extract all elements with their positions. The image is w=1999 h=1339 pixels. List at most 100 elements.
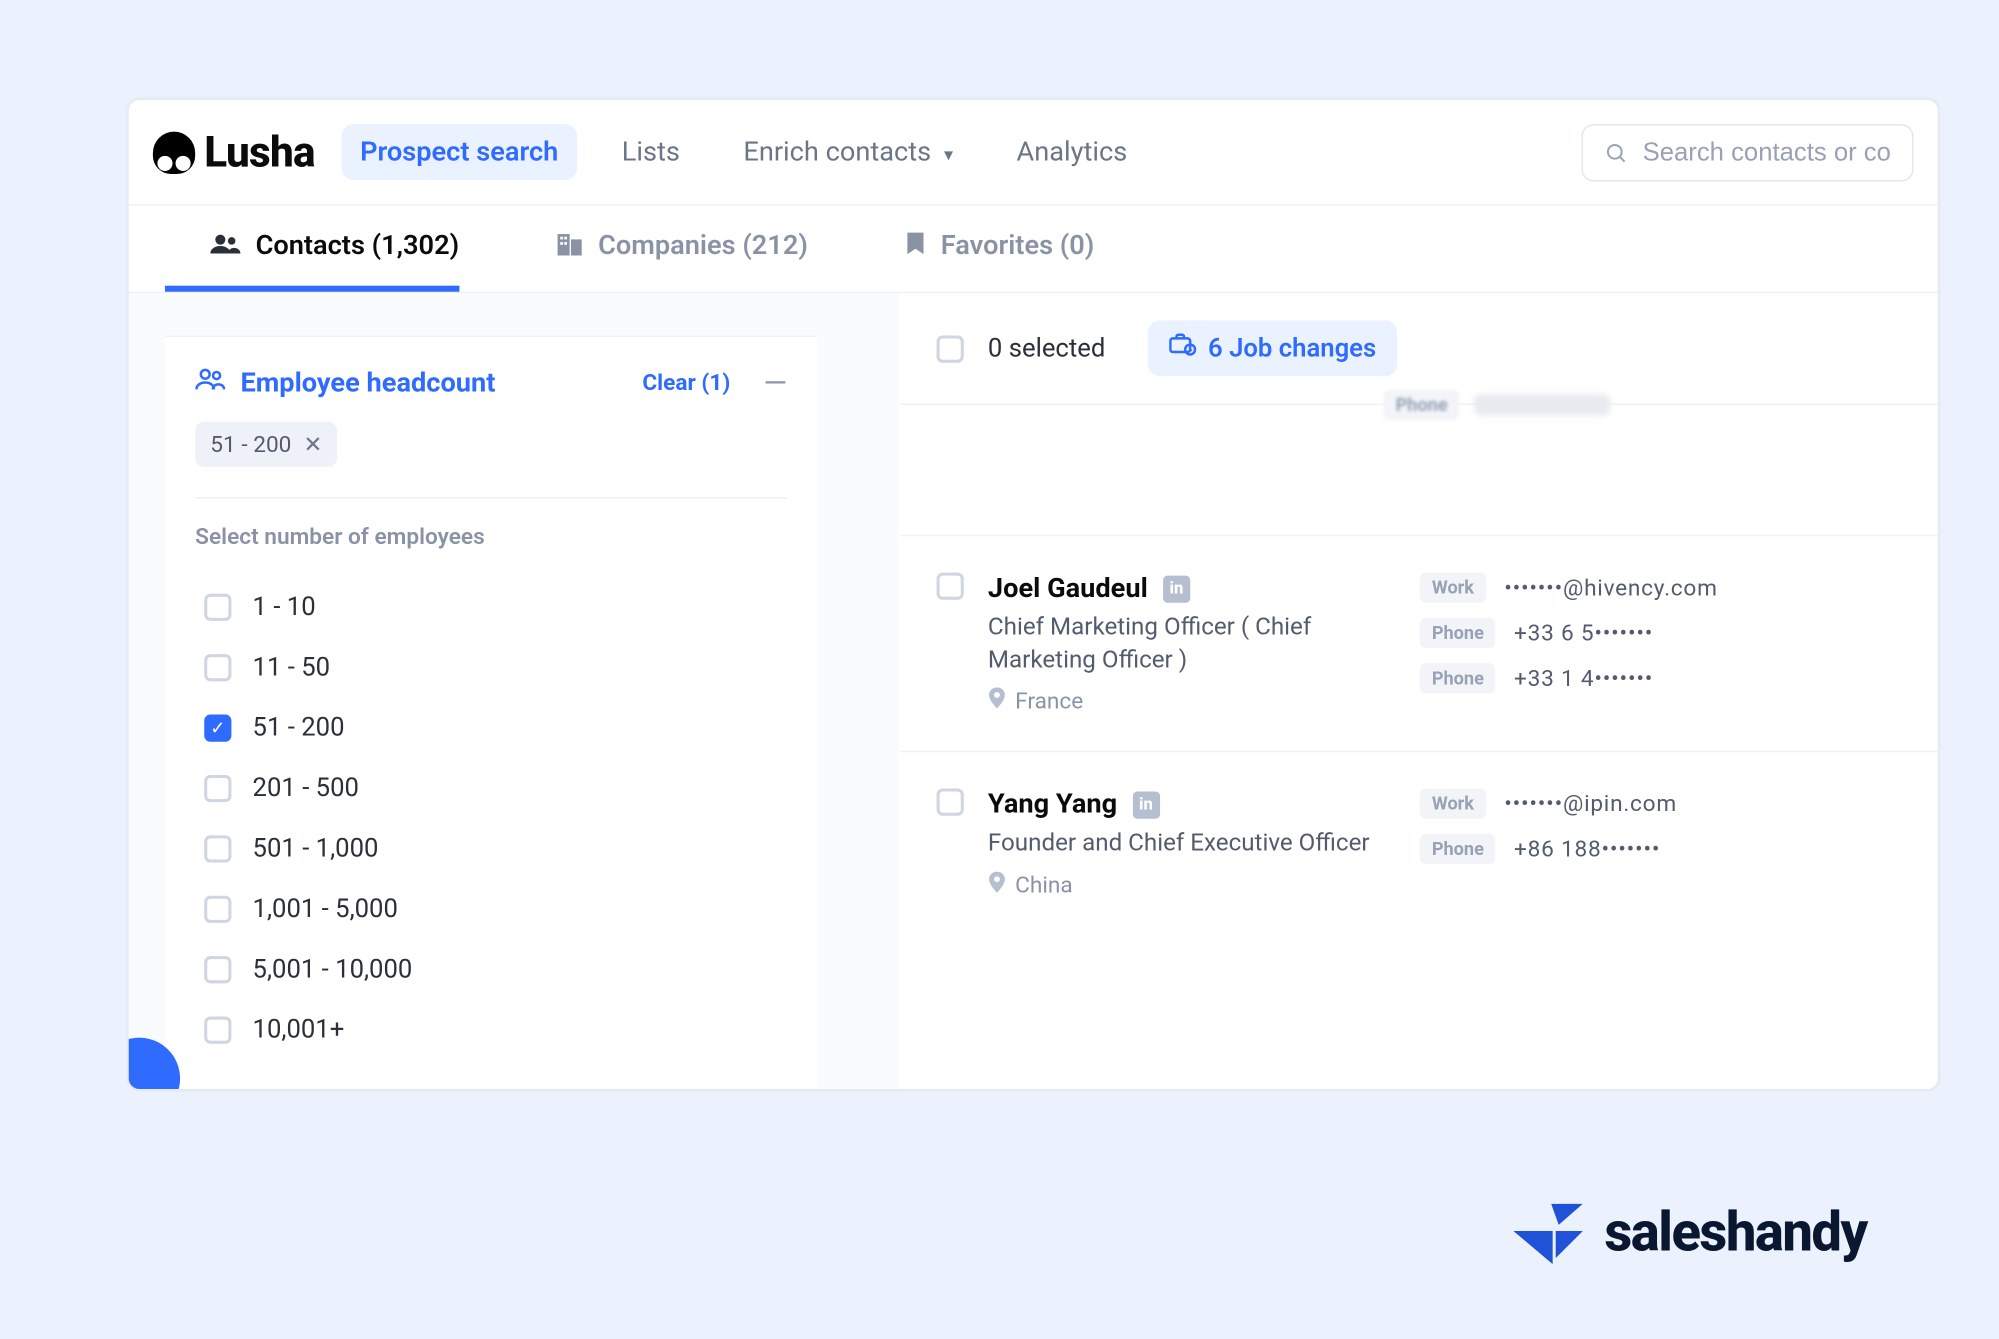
info-value[interactable]: +33 6 5••••••• (1514, 619, 1653, 646)
info-value[interactable]: •••••••@hivency.com (1504, 574, 1718, 601)
checkbox[interactable] (204, 774, 231, 801)
tab-companies[interactable]: Companies (212) (510, 205, 807, 291)
saleshandy-mark-icon (1513, 1203, 1582, 1260)
checkbox[interactable] (204, 593, 231, 620)
clear-filter-button[interactable]: Clear (1) (642, 368, 730, 395)
location-pin-icon (987, 871, 1005, 898)
contact-details: Work•••••••@hivency.com Phone +33 6 5•••••… (1419, 572, 1901, 714)
headcount-option[interactable]: 5,001 - 10,000 (195, 939, 787, 999)
info-row: Work•••••••@ipin.com (1419, 788, 1901, 818)
people-icon (210, 230, 240, 260)
nav-enrich-contacts[interactable]: Enrich contacts ▾ (725, 124, 971, 180)
filter-section-label: Select number of employees (195, 497, 787, 550)
filter-headcount: Employee headcount Clear (1) — 51 - 200 … (164, 335, 816, 1087)
location-text: China (1015, 871, 1073, 898)
checkbox[interactable] (204, 835, 231, 862)
checkbox[interactable] (204, 895, 231, 922)
tab-favorites-label: Favorites (0) (940, 229, 1094, 261)
info-row: Phone +33 1 4••••••• (1419, 663, 1901, 693)
row-checkbox[interactable] (936, 572, 963, 599)
job-changes-button[interactable]: 6 Job changes (1147, 320, 1397, 376)
headcount-option[interactable]: 10,001+ (195, 999, 787, 1059)
info-badge: Phone (1419, 663, 1495, 693)
location-text: France (1015, 687, 1083, 714)
phone-badge: Phone (1383, 389, 1459, 419)
filter-title: Employee headcount (240, 366, 495, 398)
result-info: Joel Gaudeul in Chief Marketing Officer ( … (987, 572, 1395, 714)
filters-sidebar: Employee headcount Clear (1) — 51 - 200 … (128, 293, 853, 1089)
content: Employee headcount Clear (1) — 51 - 200 … (128, 293, 1937, 1089)
headcount-option[interactable]: 201 - 500 (195, 758, 787, 818)
headcount-option-label: 501 - 1,000 (252, 833, 378, 863)
tab-contacts[interactable]: Contacts (1,302) (164, 205, 458, 291)
checkbox[interactable] (204, 654, 231, 681)
info-badge: Phone (1419, 834, 1495, 864)
search-icon (1604, 138, 1628, 165)
result-info: Yang Yang in Founder and Chief Executive O… (987, 788, 1395, 898)
results-panel: 0 selected 6 Job changes Phone Joel Gaud… (898, 293, 1937, 1089)
linkedin-icon[interactable]: in (1132, 791, 1159, 818)
nav-analytics[interactable]: Analytics (998, 124, 1145, 180)
brand-name: Lusha (204, 127, 315, 177)
select-all-checkbox[interactable] (936, 334, 963, 361)
chevron-down-icon: ▾ (943, 143, 952, 164)
info-value[interactable]: +33 1 4••••••• (1514, 664, 1653, 691)
headcount-option-label: 1,001 - 5,000 (252, 894, 397, 924)
person-title: Founder and Chief Executive Officer (987, 826, 1395, 859)
blurred-contact-row: Phone (1383, 389, 1610, 419)
person-location: France (987, 687, 1395, 714)
job-changes-label: 6 Job changes (1208, 333, 1376, 363)
headcount-option[interactable]: 1 - 10 (195, 577, 787, 637)
search-input[interactable] (1642, 136, 1890, 166)
headcount-option[interactable]: 11 - 50 (195, 637, 787, 697)
headcount-option-label: 51 - 200 (252, 713, 344, 743)
topbar: Lusha Prospect search Lists Enrich conta… (128, 99, 1937, 205)
headcount-option[interactable]: ✓ 51 - 200 (195, 697, 787, 757)
checkbox[interactable] (204, 956, 231, 983)
person-name[interactable]: Joel Gaudeul (987, 572, 1147, 604)
tab-contacts-label: Contacts (1,302) (255, 229, 459, 261)
brand-logo: Lusha (152, 127, 314, 177)
info-value[interactable]: •••••••@ipin.com (1504, 790, 1677, 817)
nav-lists[interactable]: Lists (603, 124, 697, 180)
footer-brand: saleshandy (1513, 1200, 1866, 1263)
building-icon (555, 230, 582, 260)
collapse-icon[interactable]: — (763, 364, 787, 400)
info-row: Work•••••••@hivency.com (1419, 572, 1901, 602)
headcount-option-label: 5,001 - 10,000 (252, 954, 412, 984)
headcount-option-label: 201 - 500 (252, 773, 358, 803)
bookmark-icon (904, 230, 925, 260)
row-checkbox[interactable] (936, 788, 963, 815)
info-badge: Phone (1419, 617, 1495, 647)
nav-enrich-label: Enrich contacts (743, 136, 931, 168)
tab-companies-label: Companies (212) (598, 229, 808, 261)
person-title: Chief Marketing Officer ( Chief Marketin… (987, 610, 1395, 675)
person-location: China (987, 871, 1395, 898)
results-header: 0 selected 6 Job changes (900, 293, 1937, 405)
checkbox[interactable]: ✓ (204, 714, 231, 741)
employees-icon (195, 365, 225, 398)
headcount-option[interactable]: 501 - 1,000 (195, 818, 787, 878)
result-row: Joel Gaudeul in Chief Marketing Officer ( … (900, 534, 1937, 750)
nav-prospect-search[interactable]: Prospect search (341, 124, 575, 180)
filter-chip[interactable]: 51 - 200 ✕ (195, 421, 337, 466)
app-window: Lusha Prospect search Lists Enrich conta… (127, 98, 1939, 1090)
footer-brand-text: saleshandy (1604, 1200, 1866, 1263)
info-value[interactable]: +86 188••••••• (1514, 835, 1660, 862)
info-row: Phone +33 6 5••••••• (1419, 617, 1901, 647)
selected-count: 0 selected (987, 333, 1104, 363)
subtabs: Contacts (1,302) Companies (212) Favorit… (128, 205, 1937, 293)
result-row: Yang Yang in Founder and Chief Executive O… (900, 751, 1937, 935)
info-row: Phone +86 188••••••• (1419, 834, 1901, 864)
headcount-option[interactable]: 1,001 - 5,000 (195, 879, 787, 939)
blurred-value (1474, 394, 1610, 415)
checkbox[interactable] (204, 1016, 231, 1043)
remove-chip-icon[interactable]: ✕ (303, 430, 322, 457)
location-pin-icon (987, 687, 1005, 714)
headcount-option-label: 1 - 10 (252, 592, 315, 622)
contact-details: Work•••••••@ipin.com Phone +86 188••••••• (1419, 788, 1901, 898)
global-search[interactable] (1581, 123, 1913, 180)
person-name[interactable]: Yang Yang (987, 788, 1116, 820)
tab-favorites[interactable]: Favorites (0) (859, 205, 1094, 291)
linkedin-icon[interactable]: in (1162, 574, 1189, 601)
